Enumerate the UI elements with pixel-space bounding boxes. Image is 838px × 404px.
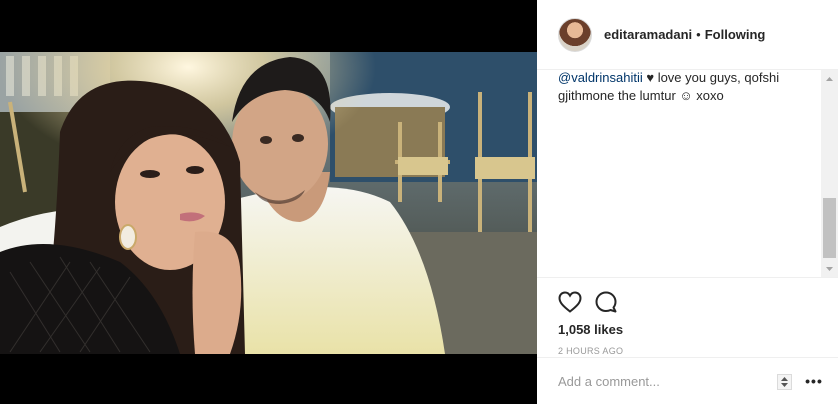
comments-area: @valdrinsahitii ♥ love you guys, qofshi … [537, 70, 838, 277]
photo-viewer [0, 0, 537, 404]
post-actions: 1,058 likes 2 HOURS AGO [537, 277, 838, 356]
post-photo[interactable] [0, 52, 537, 354]
add-comment-section: ••• [537, 357, 838, 404]
post-side-panel: editaramadani • Following @valdrinsahiti… [537, 0, 838, 404]
scroll-down-arrow[interactable] [821, 260, 838, 277]
separator-dot: • [696, 27, 701, 42]
comments-scrollbar[interactable] [821, 70, 838, 277]
triangle-up-icon [826, 76, 833, 81]
avatar[interactable] [558, 17, 592, 52]
like-button[interactable] [558, 290, 582, 314]
scroll-thumb[interactable] [823, 198, 836, 258]
triangle-down-icon [781, 383, 788, 387]
triangle-up-icon [781, 377, 788, 381]
speech-bubble-icon [595, 291, 617, 313]
following-button[interactable]: Following [705, 27, 766, 42]
heart-outline-icon [558, 291, 582, 313]
ellipsis-icon: ••• [805, 373, 823, 389]
action-icons [558, 282, 838, 322]
more-options-button[interactable]: ••• [802, 372, 826, 390]
header-text: editaramadani • Following [604, 27, 765, 42]
post-caption: @valdrinsahitii ♥ love you guys, qofshi … [537, 70, 838, 105]
username-link[interactable]: editaramadani [604, 27, 692, 42]
scroll-up-arrow[interactable] [821, 70, 838, 87]
comment-input[interactable] [558, 373, 768, 389]
selfie-illustration [0, 52, 537, 354]
post-header: editaramadani • Following [537, 0, 838, 70]
triangle-down-icon [826, 266, 833, 271]
likes-count[interactable]: 1,058 likes [558, 322, 838, 337]
heart-glyph: ♥ [646, 70, 655, 85]
textarea-resize-stepper[interactable] [777, 374, 792, 390]
mention-link[interactable]: @valdrinsahitii [558, 70, 643, 85]
comment-button[interactable] [594, 290, 618, 314]
post-timestamp: 2 HOURS AGO [558, 346, 624, 356]
